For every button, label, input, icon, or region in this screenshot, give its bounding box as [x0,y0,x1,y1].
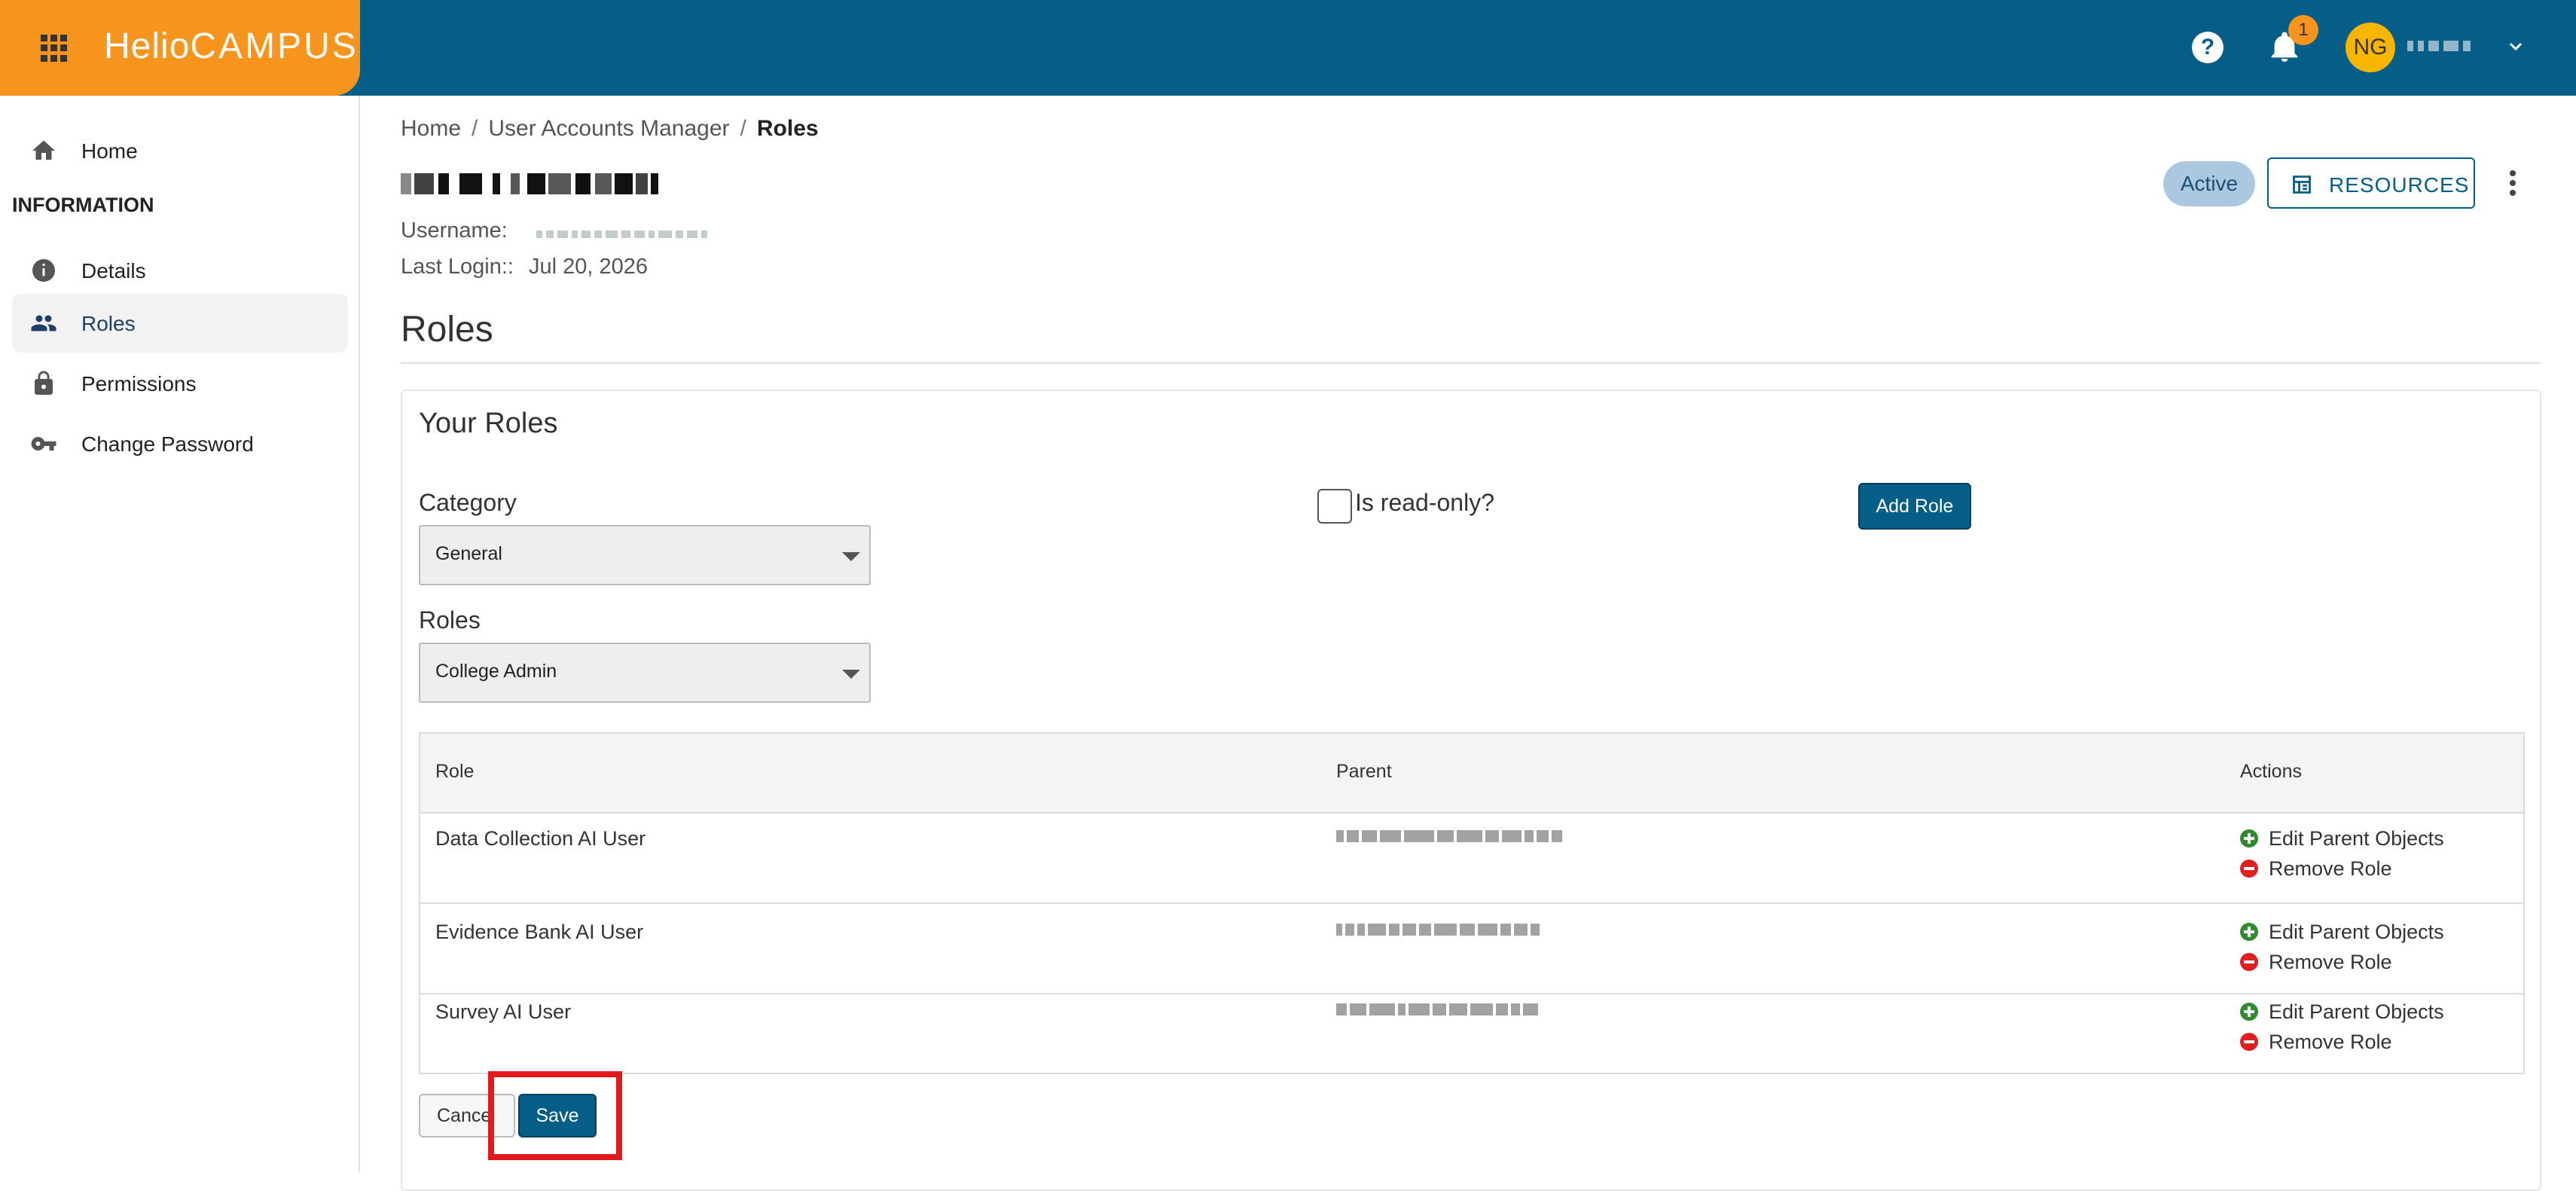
column-header-parent: Parent [1336,761,1392,782]
add-role-button[interactable]: Add Role [1858,483,1971,530]
roles-select-value: College Admin [435,661,557,682]
table-row: Evidence Bank AI User Edit Parent Object… [420,904,2523,994]
people-icon [31,315,56,331]
dashboard-icon [2293,176,2311,194]
status-badge: Active [2163,161,2255,206]
top-bar: HelioCAMPUS ? 1 NG [0,0,2576,96]
sidebar-item-roles[interactable]: Roles [12,294,348,353]
dropdown-arrow-icon [842,670,860,679]
key-icon [31,437,56,450]
column-header-actions: Actions [2240,761,2302,782]
page-title: Roles [401,310,493,350]
lock-icon [35,371,53,395]
home-icon [32,140,55,160]
roles-card: Your Roles Category General Roles Colleg… [401,389,2541,1191]
roles-label: Roles [419,606,481,634]
table-row: Survey AI User Edit Parent Objects Remov… [420,994,2523,1073]
sidebar: Home INFORMATION Details Roles Permissio… [0,96,360,1172]
breadcrumb-user-accounts-manager[interactable]: User Accounts Manager [488,116,729,141]
help-icon[interactable]: ? [2192,32,2223,63]
role-name: Survey AI User [435,1000,572,1023]
card-title: Your Roles [419,408,558,439]
sidebar-item-change-password[interactable]: Change Password [12,414,348,473]
title-divider [401,362,2540,364]
role-name: Evidence Bank AI User [435,921,644,943]
breadcrumb-current: Roles [756,116,819,141]
remove-circle-icon [2240,953,2258,971]
last-login-row: Last Login:: Jul 20, 2026 [401,255,648,279]
user-full-name-redacted [401,167,717,200]
table-header: Role Parent Actions [420,734,2523,814]
remove-circle-icon [2240,860,2258,878]
last-login-label: Last Login:: [401,255,514,279]
section-header-information: INFORMATION [12,194,154,216]
read-only-checkbox[interactable] [1317,489,1352,524]
remove-role-label: Remove Role [2269,1031,2392,1053]
resources-button[interactable]: RESOURCES [2267,157,2475,209]
sidebar-item-label: Change Password [81,432,254,456]
sidebar-item-label: Details [81,259,146,282]
breadcrumb: Home / User Accounts Manager / Roles [401,116,819,142]
remove-role-link[interactable]: Remove Role [2240,1031,2392,1054]
table-row: Data Collection AI User Edit Parent Obje… [420,814,2523,904]
roles-table: Role Parent Actions Data Collection AI U… [419,732,2525,1074]
edit-parent-objects-label: Edit Parent Objects [2269,827,2444,850]
edit-parent-objects-link[interactable]: Edit Parent Objects [2240,827,2444,850]
edit-parent-objects-label: Edit Parent Objects [2269,921,2444,943]
remove-role-label: Remove Role [2269,951,2392,973]
user-name-redacted [2407,41,2490,54]
dropdown-arrow-icon [842,552,860,561]
avatar[interactable]: NG [2346,23,2395,72]
last-login-value: Jul 20, 2026 [529,255,649,279]
username-redacted [536,219,711,244]
sidebar-item-details[interactable]: Details [12,241,348,300]
remove-circle-icon [2240,1033,2258,1051]
breadcrumb-home[interactable]: Home [401,116,461,141]
breadcrumb-separator: / [740,116,746,141]
more-options-icon[interactable] [2505,167,2520,199]
add-circle-icon [2240,1003,2258,1021]
roles-select[interactable]: College Admin [419,643,871,703]
remove-role-link[interactable]: Remove Role [2240,951,2392,974]
edit-parent-objects-label: Edit Parent Objects [2269,1000,2444,1023]
column-header-role: Role [435,761,475,782]
username-label: Username: [401,218,508,243]
category-label: Category [419,489,517,516]
heliocampus-logo[interactable]: HelioCAMPUS [104,26,359,67]
read-only-label: Is read-only? [1355,489,1494,516]
edit-parent-objects-link[interactable]: Edit Parent Objects [2240,921,2444,944]
sidebar-item-label: Roles [81,312,136,335]
sidebar-item-home[interactable]: Home [12,121,348,180]
remove-role-link[interactable]: Remove Role [2240,857,2392,881]
parent-redacted [1336,830,1683,853]
add-circle-icon [2240,829,2258,847]
resources-button-label: RESOURCES [2329,173,2470,197]
save-highlight-box [488,1071,622,1160]
category-select-value: General [435,543,502,564]
sidebar-item-permissions[interactable]: Permissions [12,354,348,413]
add-circle-icon [2240,923,2258,941]
sidebar-item-label: Home [81,139,138,163]
category-select[interactable]: General [419,525,871,585]
remove-role-label: Remove Role [2269,857,2392,880]
username-row: Username: [401,218,711,244]
edit-parent-objects-link[interactable]: Edit Parent Objects [2240,1000,2444,1024]
role-name: Data Collection AI User [435,827,646,850]
info-icon [32,259,55,282]
notification-badge: 1 [2288,15,2318,45]
breadcrumb-separator: / [472,116,478,141]
parent-redacted [1336,924,1683,946]
apps-grid-icon[interactable] [41,35,68,62]
sidebar-item-label: Permissions [81,372,197,395]
chevron-down-icon[interactable] [2507,38,2525,56]
parent-redacted [1336,1003,1683,1026]
brand-area: HelioCAMPUS [0,0,360,96]
